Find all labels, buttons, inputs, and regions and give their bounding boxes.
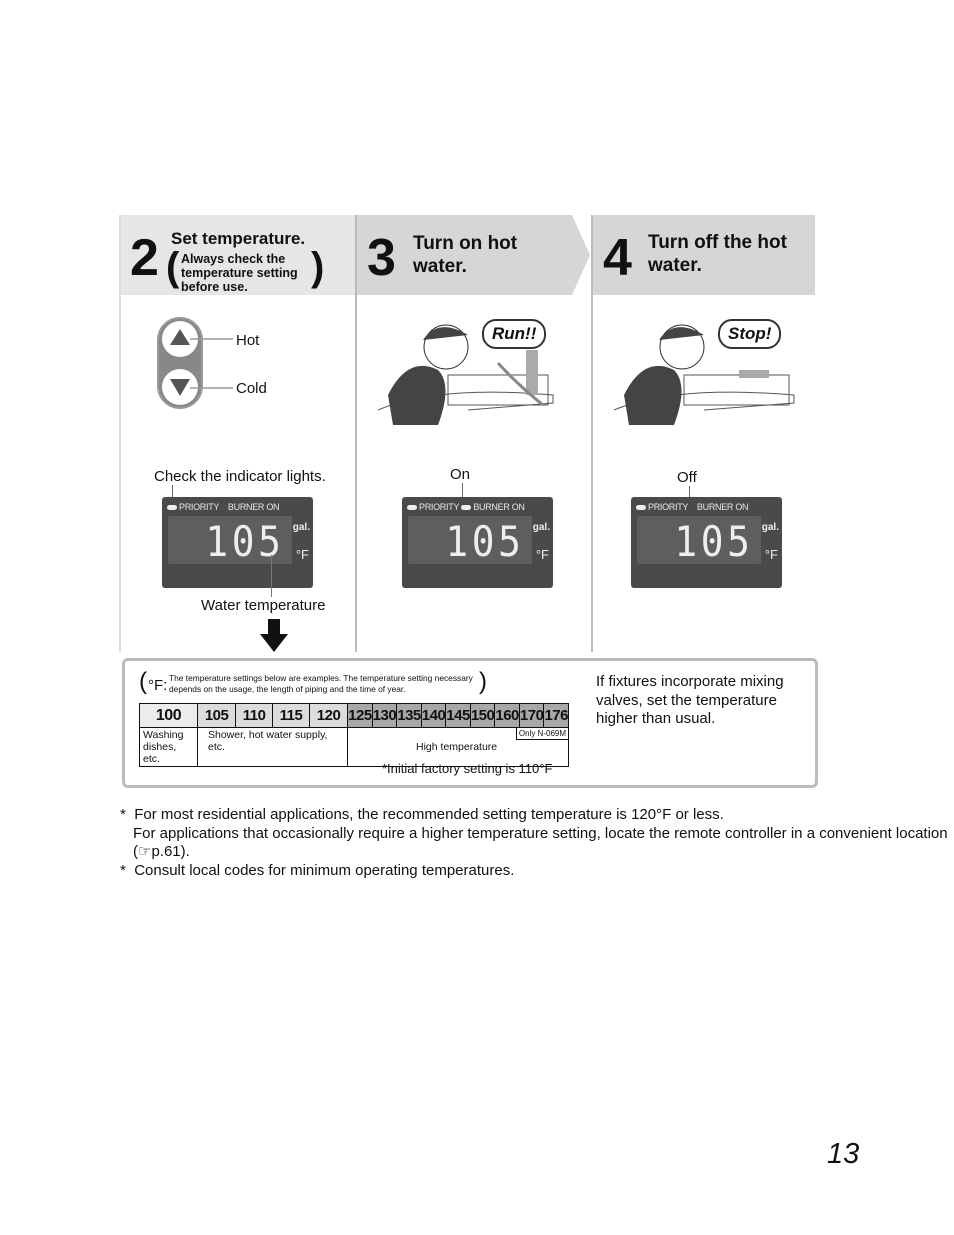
priority-light-icon xyxy=(167,505,177,511)
controller-display: PRIORITY BURNER ON 105 gal. °F xyxy=(402,497,553,588)
temperature-value-cell: 176 xyxy=(543,703,569,728)
footnote: * For most residential applications, the… xyxy=(120,806,724,823)
divider xyxy=(591,215,593,652)
temperature-value-cell: 150 xyxy=(469,703,496,728)
temperature-readout: 105 xyxy=(445,517,525,566)
divider xyxy=(355,215,357,652)
gal-unit: gal. xyxy=(532,522,550,533)
step-note: Always check the temperature setting bef… xyxy=(181,252,298,294)
paren-open: ( xyxy=(166,245,180,289)
paren-close: ) xyxy=(311,245,325,289)
f-unit: °F xyxy=(535,547,549,562)
page-number: 13 xyxy=(827,1138,860,1170)
leader-line xyxy=(271,555,272,597)
f-unit: °F xyxy=(764,547,778,562)
temperature-value-cell: 145 xyxy=(445,703,471,728)
temp-buttons xyxy=(157,317,233,409)
controller-display: PRIORITY BURNER ON 105 gal. °F xyxy=(162,497,313,588)
temperature-table: 100 105 110 115 120 125 130 135 140 145 150 160 170 1… xyxy=(139,703,569,767)
temperature-value-cell: 140 xyxy=(420,703,447,728)
step-title: Set temperature. xyxy=(171,229,306,248)
burner-light-icon xyxy=(461,505,472,511)
controller-display: PRIORITY BURNER ON 105 gal. °F xyxy=(631,497,782,588)
priority-label: PRIORITY xyxy=(648,502,689,512)
temperature-value-cell: 110 xyxy=(235,703,274,728)
check-indicator-label: Check the indicator lights. xyxy=(154,468,326,485)
temperature-value-cell: 170 xyxy=(518,703,545,728)
speech-bubble: Stop! xyxy=(718,319,782,349)
paren-open: ( xyxy=(139,668,147,695)
priority-label: PRIORITY xyxy=(179,502,220,512)
burner-label: BURNER ON xyxy=(227,502,280,512)
temperature-readout: 105 xyxy=(674,517,754,566)
on-label: On xyxy=(450,466,471,483)
only-model-label: Only N-069M xyxy=(515,728,568,740)
cold-label: Cold xyxy=(236,380,267,397)
temperature-value-cell: 135 xyxy=(396,703,422,728)
gal-unit: gal. xyxy=(292,522,310,533)
step-title: Turn on hot water. xyxy=(413,233,518,277)
footnotes: * For most residential applications, the… xyxy=(120,806,954,880)
temperature-values-row: 100 105 110 115 120 125 130 135 140 145 150 160 170 1… xyxy=(139,703,569,728)
temperature-value-cell: 130 xyxy=(371,703,398,728)
step-number: 4 xyxy=(603,229,632,287)
step-title: Turn off the hot water. xyxy=(648,232,787,276)
divider xyxy=(119,215,121,652)
step-number: 3 xyxy=(367,229,396,287)
temperature-value-cell: 160 xyxy=(494,703,520,728)
mixing-valve-note: If fixtures incorporate mixing valves, s… xyxy=(596,673,784,727)
priority-label: PRIORITY xyxy=(419,502,460,512)
temperature-value-cell: 115 xyxy=(272,703,310,728)
paren-close: ) xyxy=(479,668,487,695)
burner-label: BURNER ON xyxy=(473,502,525,512)
f-unit: °F xyxy=(295,547,309,562)
step-number: 2 xyxy=(130,229,159,287)
usage-shower: Shower, hot water supply, etc. xyxy=(196,727,349,767)
hot-label: Hot xyxy=(236,332,260,349)
temperature-value-cell: 120 xyxy=(308,703,349,728)
temperature-value-cell: 105 xyxy=(196,703,237,728)
factory-setting-note: *Initial factory setting is 110°F xyxy=(382,761,553,776)
burner-label: BURNER ON xyxy=(696,502,749,512)
usage-washing: Washing dishes, etc. xyxy=(139,727,198,767)
priority-light-icon xyxy=(636,505,646,511)
temperature-value-cell: 100 xyxy=(139,703,198,728)
down-arrow-icon xyxy=(260,619,288,652)
footnote: * Consult local codes for minimum operat… xyxy=(120,861,515,879)
unit-label: °F: xyxy=(148,677,168,694)
water-temperature-label: Water temperature xyxy=(201,597,326,614)
footnote: For applications that occasionally requi… xyxy=(133,824,948,861)
temperature-readout: 105 xyxy=(205,517,285,566)
gal-unit: gal. xyxy=(761,522,779,533)
usage-high: High temperature xyxy=(416,741,498,753)
priority-light-icon xyxy=(407,505,417,511)
speech-bubble: Run!! xyxy=(482,319,547,349)
off-label: Off xyxy=(677,469,697,486)
temperature-note: The temperature settings below are examp… xyxy=(169,673,473,694)
temperature-value-cell: 125 xyxy=(347,703,373,728)
